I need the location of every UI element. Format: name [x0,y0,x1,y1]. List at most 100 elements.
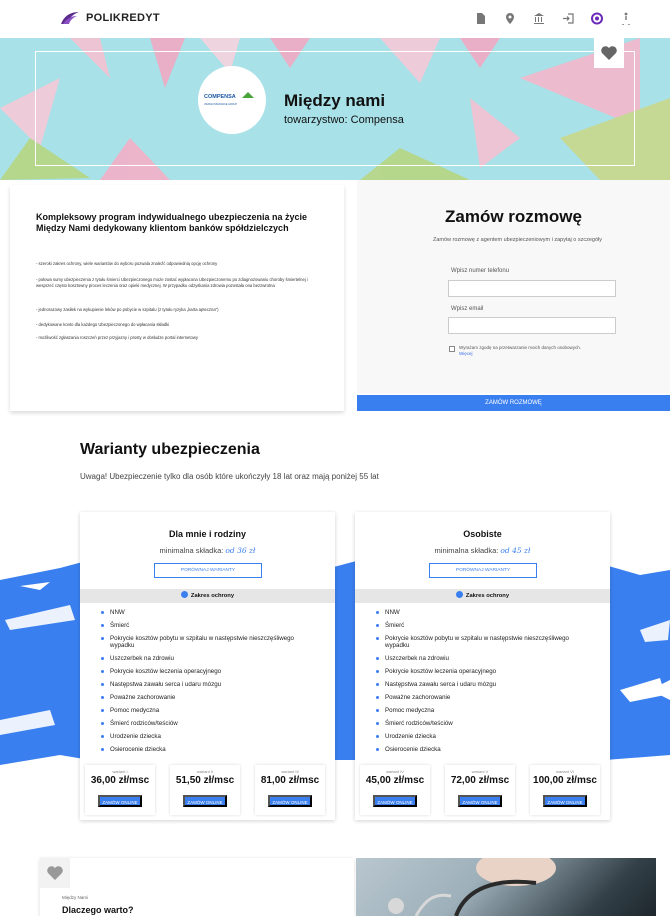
bank-icon[interactable] [533,12,545,25]
coverage-item: Pokrycie kosztów leczenia operacyjnego [101,668,320,675]
price-variant-3: wariant III 81,00 zł/msc ZAMÓW ONLINE [255,765,325,815]
card-min-premium: minimalna składka: od 45 zł [355,546,610,555]
order-online-button[interactable]: ZAMÓW ONLINE [543,795,587,807]
top-bar: POLIKREDYT [0,0,670,38]
consent-more-link[interactable]: Więcej [459,351,473,356]
intro-heading: Kompleksowy program indywidualnego ubezp… [36,212,308,233]
phone-input[interactable] [448,280,616,297]
min-premium-value: od 36 zł [225,546,256,555]
email-input[interactable] [448,317,616,334]
order-online-button[interactable]: ZAMÓW ONLINE [458,795,502,807]
coverage-item: Osierocenie dziecka [101,746,320,753]
location-icon[interactable] [504,12,516,25]
form-title: Zamów rozmowę [445,207,582,226]
form-subtitle: Zamów rozmowę z agentem ubezpieczeniowym… [432,237,603,243]
variant-price: 51,50 zł/msc [175,775,235,786]
order-online-button[interactable]: ZAMÓW ONLINE [98,795,142,807]
brand-logo[interactable]: POLIKREDYT [60,11,160,25]
coverage-item: Następstwa zawału serca i udaru mózgu [101,681,320,688]
scope-label: Zakres ochrony [465,593,510,599]
variant-label: wariant V [471,769,489,774]
min-premium-label: minimalna składka: [159,546,224,555]
coverage-item: Pomoc medyczna [101,707,320,714]
document-icon[interactable] [475,12,487,25]
why-title: Dlaczego warto? [62,905,134,915]
phone-label: Wpisz numer telefonu [451,268,510,274]
coverage-item: Śmierć [376,622,595,629]
variant-card-personal: Osobiste minimalna składka: od 45 zł POR… [355,512,610,820]
hero-subtitle: towarzystwo: Compensa [284,114,404,126]
accessibility-icon[interactable] [620,12,632,28]
login-icon[interactable] [562,12,574,25]
insurer-logo: COMPENSA VIENNA INSURANCE GROUP [198,66,266,134]
variant-label: wariant VI [556,769,574,774]
coverage-item: Pomoc medyczna [376,707,595,714]
stethoscope-image [388,858,556,916]
scope-header: Zakres ochrony [355,589,610,603]
price-variant-4: wariant IV 45,00 zł/msc ZAMÓW ONLINE [360,765,430,815]
coverage-item: Urodzenie dziecka [376,733,595,740]
why-eyebrow: Między Nami [62,895,89,900]
heart-icon [47,866,63,880]
order-online-button[interactable]: ZAMÓW ONLINE [268,795,312,807]
coverage-item: Następstwa zawału serca i udaru mózgu [376,681,595,688]
insurer-logo-subtext: VIENNA INSURANCE GROUP [204,103,237,106]
variant-label: wariant IV [386,769,404,774]
variants-title: Warianty ubezpieczenia [80,441,260,458]
intro-bullet: - szeroki zakres ochrony, wiele wariantó… [36,261,218,266]
coverage-item: Śmierć [101,622,320,629]
hero-title: Między nami [284,91,386,110]
medical-photo [356,858,656,916]
lifebuoy-icon[interactable] [591,12,603,25]
variant-price: 72,00 zł/msc [450,775,510,786]
coverage-item: Pokrycie kosztów pobytu w szpitalu w nas… [376,635,595,649]
coverage-item: Urodzenie dziecka [101,733,320,740]
scope-header: Zakres ochrony [80,589,335,603]
consent-checkbox[interactable] [449,346,455,352]
variant-price: 81,00 zł/msc [260,775,320,786]
brand-name: POLIKREDYT [86,12,160,24]
coverage-item: Osierocenie dziecka [376,746,595,753]
insurer-logo-text: COMPENSA [204,94,236,100]
coverage-item: Uszczerbek na zdrowiu [376,655,595,662]
email-label: Wpisz email [451,306,484,312]
coverage-item: Poważne zachorowanie [101,694,320,701]
card-title: Dla mnie i rodziny [168,529,246,539]
coverage-item: Pokrycie kosztów leczenia operacyjnego [376,668,595,675]
order-online-button[interactable]: ZAMÓW ONLINE [373,795,417,807]
favorite-tab[interactable] [594,38,624,68]
variants-note: Uwaga! Ubezpieczenie tylko dla osób któr… [80,472,379,481]
variant-label: wariant I [112,769,128,774]
hero-banner: COMPENSA VIENNA INSURANCE GROUP Między n… [0,38,670,180]
compare-variants-button[interactable]: PORÓWNAJ WARIANTY [429,563,537,578]
price-variant-6: wariant VI 100,00 zł/msc ZAMÓW ONLINE [530,765,600,815]
coverage-item: Pokrycie kosztów pobytu w szpitalu w nas… [101,635,320,649]
price-variant-5: wariant V 72,00 zł/msc ZAMÓW ONLINE [445,765,515,815]
variant-card-family: Dla mnie i rodziny minimalna składka: od… [80,512,335,820]
variant-label: wariant III [281,769,299,774]
variant-price: 36,00 zł/msc [90,775,150,786]
card-title: Osobiste [463,529,502,539]
intro-bullet: - połowa sumy ubezpieczenia z tytułu śmi… [36,277,308,288]
variant-label: wariant II [196,769,214,774]
variant-price: 100,00 zł/msc [533,775,597,786]
order-call-button[interactable]: ZAMÓW ROZMOWĘ [357,395,670,411]
coverage-item: Uszczerbek na zdrowiu [101,655,320,662]
coverage-item: Śmierć rodziców/teściów [101,720,320,727]
header-icons [475,12,632,28]
favorite-tab[interactable] [40,858,70,888]
price-variant-2: wariant II 51,50 zł/msc ZAMÓW ONLINE [170,765,240,815]
coverage-item: Poważne zachorowanie [376,694,595,701]
scope-label: Zakres ochrony [190,593,235,599]
min-premium-label: minimalna składka: [434,546,499,555]
card-min-premium: minimalna składka: od 36 zł [80,546,335,555]
coverage-item: NNW [101,609,320,616]
brand-mark-icon [61,12,79,24]
insurer-logo-mark-icon [242,92,254,98]
intro-bullet: - dedykowane konto dla każdego Ubezpiecz… [36,322,170,327]
check-circle-icon [455,591,463,598]
heart-icon [601,46,617,60]
compare-variants-button[interactable]: PORÓWNAJ WARIANTY [154,563,262,578]
price-variant-1: wariant I 36,00 zł/msc ZAMÓW ONLINE [85,765,155,815]
order-online-button[interactable]: ZAMÓW ONLINE [183,795,227,807]
